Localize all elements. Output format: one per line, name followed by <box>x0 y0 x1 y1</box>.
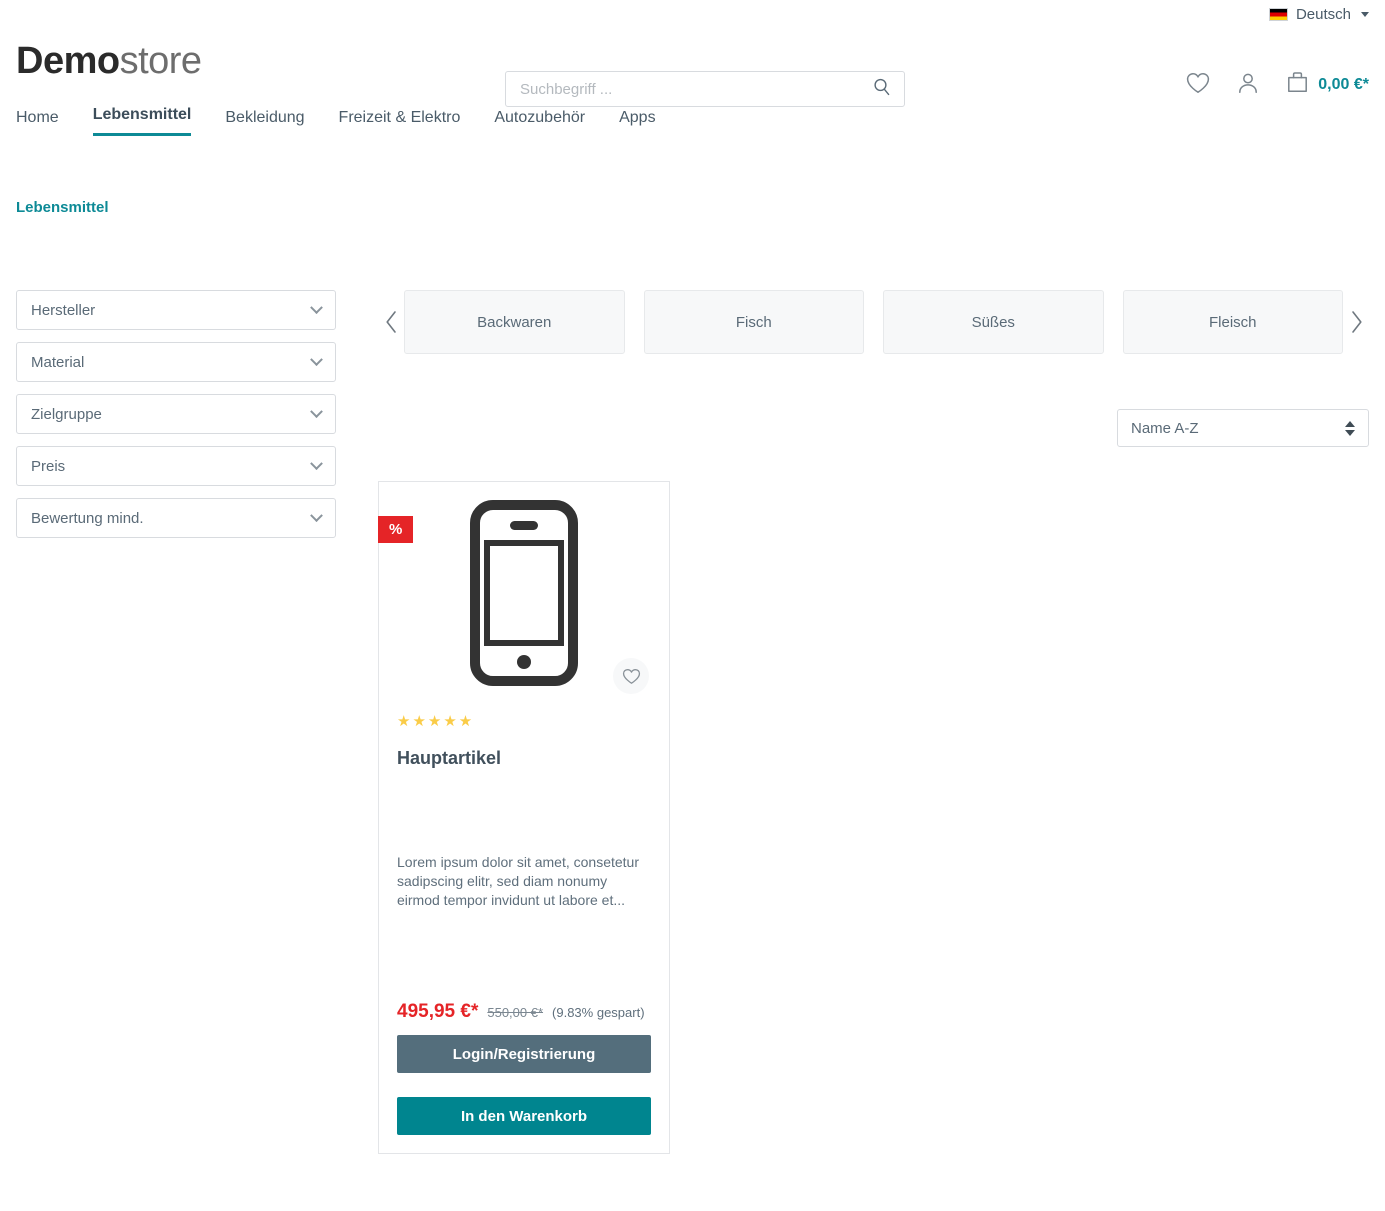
filter-bewertung[interactable]: Bewertung mind. <box>16 498 336 538</box>
heart-icon <box>622 668 640 684</box>
site-logo[interactable]: Demostore <box>16 40 202 83</box>
page-body: Hersteller Material Zielgruppe Preis Bew… <box>0 217 1385 1154</box>
language-label: Deutsch <box>1295 5 1351 23</box>
nav-item-apps[interactable]: Apps <box>619 109 655 136</box>
smartphone-icon <box>470 500 578 686</box>
chevron-down-icon <box>310 300 323 314</box>
account-icon[interactable] <box>1236 71 1260 100</box>
breadcrumb-item-lebensmittel[interactable]: Lebensmittel <box>0 136 125 216</box>
sort-select[interactable]: Name A-Z <box>1117 409 1369 447</box>
product-description: Lorem ipsum dolor sit amet, consetetur s… <box>397 854 639 908</box>
nav-item-lebensmittel[interactable]: Lebensmittel <box>92 106 192 136</box>
chevron-down-icon <box>310 456 323 470</box>
chevron-down-icon <box>1361 11 1369 17</box>
carousel-prev-button[interactable] <box>378 310 404 334</box>
cart-total: 0,00 €* <box>1318 76 1369 93</box>
chevron-right-icon <box>1351 311 1362 333</box>
header-icon-group: 0,00 €* <box>1185 70 1369 100</box>
filter-label: Preis <box>31 457 66 475</box>
search-container <box>505 71 905 107</box>
stepper-arrows-icon <box>1345 420 1355 436</box>
product-price: 495,95 €* <box>397 1001 479 1022</box>
product-price-old: 550,00 €* <box>487 1005 544 1020</box>
search-icon[interactable] <box>872 77 892 102</box>
language-selector[interactable]: Deutsch <box>1268 5 1369 23</box>
category-suesses[interactable]: Süßes <box>883 290 1104 354</box>
filter-sidebar: Hersteller Material Zielgruppe Preis Bew… <box>16 290 336 1154</box>
product-price-row: 495,95 €* 550,00 €* (9.83% gespart) <box>397 1001 651 1023</box>
product-card-body: ★★★★★ Hauptartikel Lorem ipsum dolor sit… <box>379 704 669 1153</box>
category-backwaren[interactable]: Backwaren <box>404 290 625 354</box>
filter-label: Hersteller <box>31 301 96 319</box>
cart-button[interactable]: 0,00 €* <box>1285 70 1369 100</box>
add-to-cart-button[interactable]: In den Warenkorb <box>397 1097 651 1135</box>
filter-material[interactable]: Material <box>16 342 336 382</box>
category-track: Backwaren Fisch Süßes Fleisch <box>404 290 1343 354</box>
nav-item-autozubehoer[interactable]: Autozubehör <box>494 109 585 136</box>
carousel-next-button[interactable] <box>1343 310 1369 334</box>
product-image-area <box>379 482 669 704</box>
search-box[interactable] <box>505 71 905 107</box>
product-rating-stars: ★★★★★ <box>397 713 475 730</box>
product-card[interactable]: % ★★★★★ Hauptartikel Lorem ipsum dolor s… <box>378 481 670 1154</box>
shopping-bag-icon[interactable] <box>1285 70 1310 100</box>
wishlist-icon[interactable] <box>1185 71 1211 100</box>
login-register-button[interactable]: Login/Registrierung <box>397 1035 651 1073</box>
content-area: Backwaren Fisch Süßes Fleisch Name A-Z %… <box>336 290 1369 1154</box>
chevron-left-icon <box>385 311 396 333</box>
chevron-down-icon <box>310 508 323 522</box>
product-price-saving: (9.83% gespart) <box>552 1005 645 1020</box>
nav-item-bekleidung[interactable]: Bekleidung <box>225 109 304 136</box>
chevron-down-icon <box>310 404 323 418</box>
category-fisch[interactable]: Fisch <box>643 290 864 354</box>
chevron-down-icon <box>310 352 323 366</box>
category-fleisch[interactable]: Fleisch <box>1122 290 1343 354</box>
search-input[interactable] <box>518 79 872 99</box>
filter-hersteller[interactable]: Hersteller <box>16 290 336 330</box>
sorting-row: Name A-Z <box>378 409 1369 447</box>
category-carousel: Backwaren Fisch Süßes Fleisch <box>378 290 1369 354</box>
product-wishlist-button[interactable] <box>613 658 649 694</box>
filter-label: Zielgruppe <box>31 405 102 423</box>
product-title[interactable]: Hauptartikel <box>397 748 651 769</box>
logo-bold-part: Demo <box>16 39 120 82</box>
top-utility-bar: Deutsch <box>0 0 1385 28</box>
breadcrumb: Lebensmittel <box>0 136 1385 217</box>
discount-badge: % <box>378 516 414 543</box>
product-grid: % ★★★★★ Hauptartikel Lorem ipsum dolor s… <box>378 481 1369 1154</box>
filter-label: Material <box>31 353 85 371</box>
filter-label: Bewertung mind. <box>31 509 144 527</box>
nav-item-freizeit-elektro[interactable]: Freizeit & Elektro <box>339 109 461 136</box>
site-header: Demostore Suchbegriff ... 0,00 €* <box>0 28 1385 107</box>
filter-zielgruppe[interactable]: Zielgruppe <box>16 394 336 434</box>
filter-preis[interactable]: Preis <box>16 446 336 486</box>
logo-light-part: store <box>119 39 202 82</box>
sort-selected-value: Name A-Z <box>1131 419 1199 437</box>
german-flag-icon <box>1268 7 1288 21</box>
nav-item-home[interactable]: Home <box>16 109 59 136</box>
